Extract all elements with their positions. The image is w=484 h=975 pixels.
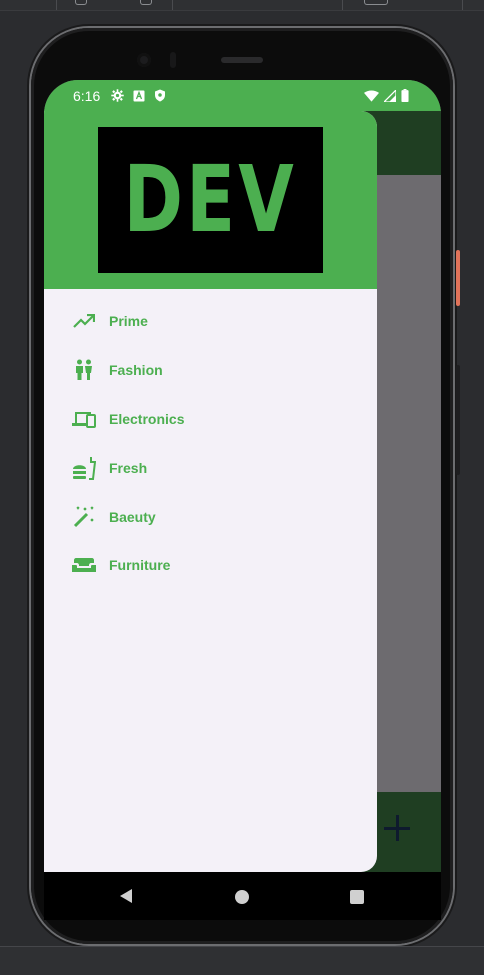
a-icon (133, 89, 145, 107)
menu-item-label: Electronics (109, 410, 185, 427)
menu-item-beauty[interactable]: Baeuty (44, 492, 377, 541)
toolbar-icon[interactable] (364, 0, 388, 5)
logo-text: DEV (123, 146, 298, 253)
toolbar-divider (462, 0, 463, 10)
trending-up-icon (72, 309, 96, 333)
home-icon[interactable] (235, 890, 249, 904)
toolbar-divider (342, 0, 343, 10)
people-icon (72, 358, 96, 382)
menu-item-label: Furniture (109, 557, 171, 574)
emulator-toolbar (0, 0, 484, 11)
sofa-icon (72, 553, 96, 577)
earpiece-speaker (221, 57, 263, 63)
devices-icon (72, 407, 96, 431)
status-bar: 6:16 (44, 80, 441, 111)
fastfood-icon (72, 456, 96, 480)
device-screen: 6:16 DEV Prime Fashion Electronics Fresh… (44, 80, 441, 872)
toolbar-icon[interactable] (75, 0, 87, 5)
menu-item-furniture[interactable]: Furniture (44, 541, 377, 590)
toolbar-divider (172, 0, 173, 10)
toolbar-divider (56, 0, 57, 10)
settings-icon (111, 89, 124, 107)
battery-icon (401, 89, 409, 107)
menu-item-label: Baeuty (109, 508, 156, 525)
toolbar-icon[interactable] (140, 0, 152, 5)
power-button[interactable] (456, 250, 460, 306)
front-camera (137, 53, 151, 67)
plus-icon[interactable] (384, 815, 410, 841)
shield-icon (154, 89, 166, 107)
menu-item-fashion[interactable]: Fashion (44, 346, 377, 395)
volume-button[interactable] (456, 365, 460, 475)
menu-item-label: Fashion (109, 362, 163, 379)
magic-wand-icon (72, 505, 96, 529)
back-icon[interactable] (120, 889, 132, 903)
wifi-icon (364, 89, 379, 107)
menu-item-prime[interactable]: Prime (44, 297, 377, 346)
drawer-header: DEV (44, 111, 377, 289)
menu-item-fresh[interactable]: Fresh (44, 443, 377, 492)
emulator-bottom-bar (0, 946, 484, 975)
drawer-menu: Prime Fashion Electronics Fresh Baeuty F… (44, 297, 377, 590)
menu-item-label: Prime (109, 313, 148, 330)
menu-item-label: Fresh (109, 459, 148, 476)
navigation-drawer: DEV Prime Fashion Electronics Fresh Baeu… (44, 111, 377, 872)
menu-item-electronics[interactable]: Electronics (44, 395, 377, 444)
status-time: 6:16 (73, 88, 101, 104)
system-nav-bar (44, 872, 441, 920)
recents-icon[interactable] (350, 890, 364, 904)
signal-icon (382, 88, 397, 107)
dev-logo: DEV (98, 127, 323, 273)
proximity-sensor (170, 52, 176, 68)
